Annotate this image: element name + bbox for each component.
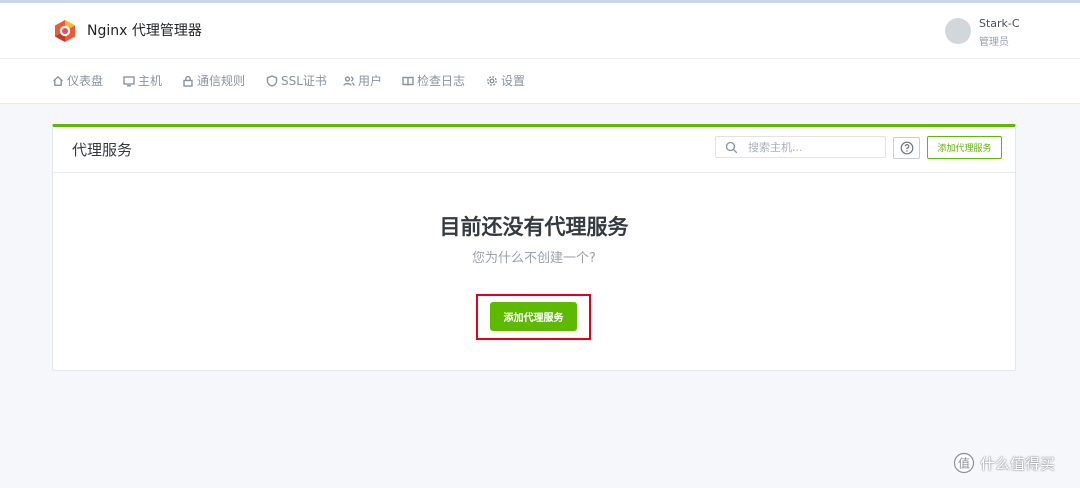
nav-label: 检查日志 — [417, 74, 466, 88]
user-role: 管理员 — [979, 37, 1009, 48]
book-icon — [402, 76, 414, 86]
main-nav: 仪表盘 主机 通信规则 SSL证书 用户 检查日志 设置 — [0, 59, 1080, 104]
user-name[interactable]: Stark-C — [979, 17, 1020, 30]
nav-item-dashboard[interactable]: 仪表盘 — [52, 72, 103, 89]
card-header: 代理服务 添加代理服务 — [53, 127, 1015, 173]
nav-item-ssl[interactable]: SSL证书 — [266, 72, 327, 89]
svg-text:值: 值 — [958, 456, 970, 471]
nav-item-settings[interactable]: 设置 — [486, 72, 525, 89]
users-icon — [343, 75, 355, 86]
shield-icon — [266, 74, 278, 87]
nav-item-users[interactable]: 用户 — [343, 72, 382, 89]
nav-label: 用户 — [358, 74, 383, 88]
nginx-proxy-manager-logo[interactable] — [53, 19, 77, 43]
empty-state-title: 目前还没有代理服务 — [439, 215, 629, 239]
empty-state-subtitle: 您为什么不创建一个? — [472, 251, 596, 266]
nav-item-hosts[interactable]: 主机 — [123, 72, 162, 89]
home-icon — [53, 75, 63, 86]
nav-label: 设置 — [501, 74, 526, 88]
app-title: Nginx 代理管理器 — [87, 23, 202, 39]
smzdm-logo-icon: 值 — [953, 452, 975, 474]
nav-label: SSL证书 — [281, 74, 327, 88]
add-proxy-host-button[interactable]: 添加代理服务 — [490, 302, 577, 331]
search-box[interactable] — [715, 136, 886, 158]
watermark: 值 什么值得买 — [953, 452, 1055, 474]
nav-label: 仪表盘 — [67, 74, 104, 88]
nav-label: 主机 — [138, 74, 163, 88]
gear-icon — [487, 75, 497, 86]
nav-item-audit-log[interactable]: 检查日志 — [402, 72, 465, 89]
help-button[interactable] — [893, 137, 920, 159]
monitor-icon — [123, 75, 135, 86]
question-icon — [900, 141, 913, 155]
search-icon — [725, 141, 738, 154]
lock-icon — [183, 75, 193, 87]
add-proxy-host-button-header[interactable]: 添加代理服务 — [927, 136, 1002, 159]
search-input[interactable] — [748, 139, 878, 155]
card-title: 代理服务 — [72, 141, 133, 159]
watermark-text: 什么值得买 — [980, 454, 1056, 473]
app-header: Nginx 代理管理器 Stark-C 管理员 — [0, 3, 1080, 59]
nav-item-access[interactable]: 通信规则 — [182, 72, 245, 89]
avatar[interactable] — [945, 18, 971, 44]
nav-label: 通信规则 — [197, 74, 246, 88]
